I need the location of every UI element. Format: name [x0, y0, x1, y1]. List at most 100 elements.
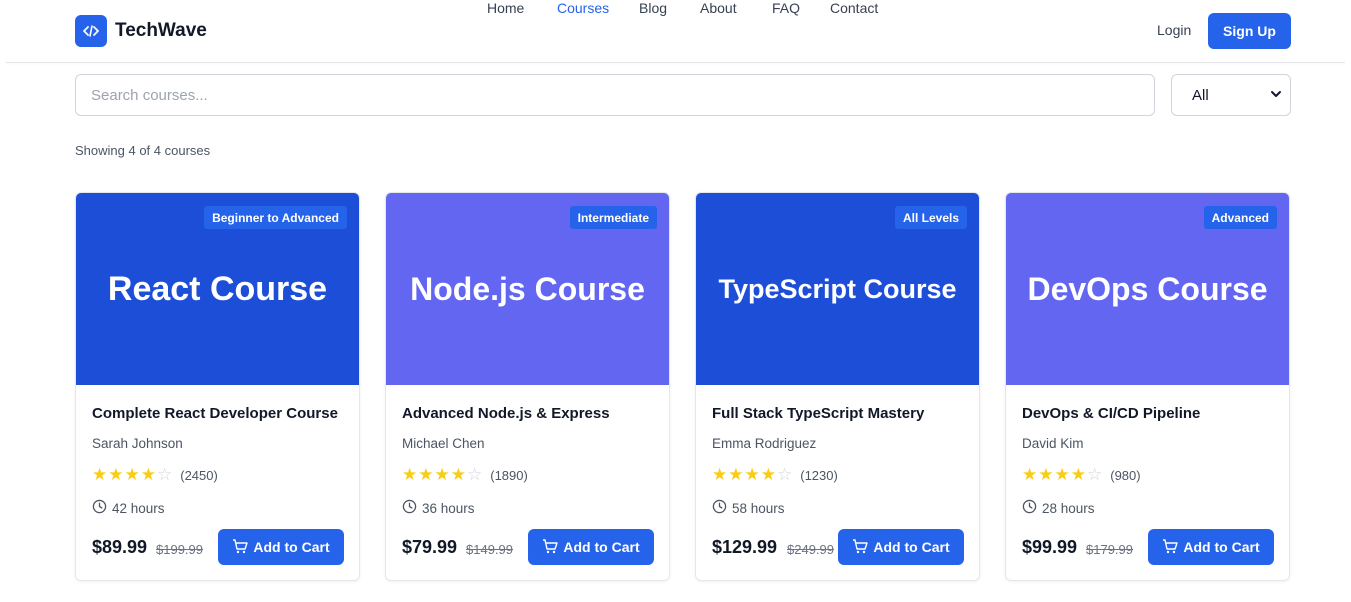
- star-rating: ★ ★ ★ ★ ☆: [402, 466, 482, 484]
- add-to-cart-label: Add to Cart: [873, 539, 950, 555]
- star-rating: ★ ★ ★ ★ ☆: [712, 466, 792, 484]
- site-header: TechWave Home Courses Blog About FAQ Con…: [0, 0, 1351, 62]
- add-to-cart-button[interactable]: Add to Cart: [218, 529, 344, 565]
- thumbnail-title: React Course: [107, 269, 328, 308]
- nav-courses[interactable]: Courses: [557, 0, 609, 16]
- course-price: $99.99: [1022, 537, 1078, 557]
- course-thumbnail: Node.js Course Intermediate: [386, 193, 669, 385]
- course-instructor: David Kim: [1022, 436, 1084, 451]
- course-card[interactable]: React Course Beginner to Advanced Comple…: [75, 192, 360, 581]
- course-price: $89.99: [92, 537, 148, 557]
- course-price: $79.99: [402, 537, 458, 557]
- course-thumbnail: TypeScript Course All Levels: [696, 193, 979, 385]
- course-duration: 42 hours: [92, 499, 165, 517]
- clock-icon: [402, 499, 417, 517]
- course-title[interactable]: DevOps & CI/CD Pipeline: [1022, 405, 1200, 422]
- nav-blog[interactable]: Blog: [639, 0, 667, 16]
- course-instructor: Sarah Johnson: [92, 436, 183, 451]
- course-rating: ★ ★ ★ ★ ☆ (1230): [712, 466, 838, 484]
- star-icon: ★: [1022, 465, 1038, 484]
- star-icon: ★: [1070, 465, 1086, 484]
- star-icon: ★: [92, 465, 108, 484]
- star-icon: ★: [712, 465, 728, 484]
- nav-contact[interactable]: Contact: [830, 0, 878, 16]
- original-price: $149.99: [466, 542, 513, 557]
- star-rating: ★ ★ ★ ★ ☆: [1022, 466, 1102, 484]
- cart-icon: [542, 538, 559, 557]
- header-divider: [6, 62, 1345, 63]
- thumbnail-title: DevOps Course: [1027, 270, 1268, 307]
- add-to-cart-button[interactable]: Add to Cart: [528, 529, 654, 565]
- star-icon: ★: [418, 465, 434, 484]
- course-rating: ★ ★ ★ ★ ☆ (1890): [402, 466, 528, 484]
- code-icon: [75, 15, 107, 47]
- cart-icon: [852, 538, 869, 557]
- results-summary: Showing 4 of 4 courses: [75, 143, 211, 158]
- chevron-down-icon: [1270, 87, 1282, 104]
- add-to-cart-label: Add to Cart: [253, 539, 330, 555]
- original-price: $249.99: [787, 542, 834, 557]
- filter-selected-value: All: [1192, 86, 1209, 104]
- review-count: (1230): [800, 467, 838, 483]
- original-price: $199.99: [156, 542, 203, 557]
- level-badge: Intermediate: [569, 206, 657, 229]
- level-badge: Beginner to Advanced: [204, 206, 347, 229]
- course-rating: ★ ★ ★ ★ ☆ (980): [1022, 466, 1141, 484]
- course-duration: 58 hours: [712, 499, 785, 517]
- add-to-cart-button[interactable]: Add to Cart: [838, 529, 964, 565]
- brand-name: TechWave: [115, 20, 207, 41]
- course-title[interactable]: Advanced Node.js & Express: [402, 405, 610, 422]
- star-icon: ★: [1054, 465, 1070, 484]
- cart-icon: [1162, 538, 1179, 557]
- course-title[interactable]: Complete React Developer Course: [92, 405, 338, 422]
- review-count: (2450): [180, 467, 218, 483]
- course-instructor: Michael Chen: [402, 436, 485, 451]
- duration-text: 36 hours: [422, 500, 475, 516]
- course-price: $129.99: [712, 537, 778, 557]
- star-outline-icon: ☆: [777, 465, 793, 484]
- star-icon: ★: [124, 465, 140, 484]
- star-outline-icon: ☆: [1087, 465, 1103, 484]
- duration-text: 42 hours: [112, 500, 165, 516]
- signup-button[interactable]: Sign Up: [1208, 13, 1291, 49]
- nav-home[interactable]: Home: [487, 0, 524, 16]
- course-thumbnail: DevOps Course Advanced: [1006, 193, 1289, 385]
- review-count: (980): [1110, 467, 1141, 483]
- course-duration: 28 hours: [1022, 499, 1095, 517]
- brand-logo[interactable]: TechWave: [75, 15, 207, 47]
- login-link[interactable]: Login: [1157, 22, 1191, 38]
- star-rating: ★ ★ ★ ★ ☆: [92, 466, 172, 484]
- course-card[interactable]: Node.js Course Intermediate Advanced Nod…: [385, 192, 670, 581]
- thumbnail-title: TypeScript Course: [718, 273, 957, 304]
- course-instructor: Emma Rodriguez: [712, 436, 817, 451]
- add-to-cart-label: Add to Cart: [563, 539, 640, 555]
- level-badge: All Levels: [894, 206, 967, 229]
- course-card[interactable]: DevOps Course Advanced DevOps & CI/CD Pi…: [1005, 192, 1290, 581]
- original-price: $179.99: [1086, 542, 1133, 557]
- review-count: (1890): [490, 467, 528, 483]
- add-to-cart-button[interactable]: Add to Cart: [1148, 529, 1274, 565]
- course-duration: 36 hours: [402, 499, 475, 517]
- search-input[interactable]: [75, 74, 1155, 116]
- star-icon: ★: [760, 465, 776, 484]
- course-thumbnail: React Course Beginner to Advanced: [76, 193, 359, 385]
- clock-icon: [92, 499, 107, 517]
- thumbnail-title: Node.js Course: [410, 270, 645, 307]
- level-filter-select[interactable]: All: [1171, 74, 1291, 116]
- nav-faq[interactable]: FAQ: [772, 0, 800, 16]
- duration-text: 28 hours: [1042, 500, 1095, 516]
- course-card[interactable]: TypeScript Course All Levels Full Stack …: [695, 192, 980, 581]
- star-outline-icon: ☆: [467, 465, 483, 484]
- course-rating: ★ ★ ★ ★ ☆ (2450): [92, 466, 218, 484]
- duration-text: 58 hours: [732, 500, 785, 516]
- cart-icon: [232, 538, 249, 557]
- nav-about[interactable]: About: [700, 0, 737, 16]
- star-icon: ★: [108, 465, 124, 484]
- add-to-cart-label: Add to Cart: [1183, 539, 1260, 555]
- course-title[interactable]: Full Stack TypeScript Mastery: [712, 405, 924, 422]
- star-icon: ★: [434, 465, 450, 484]
- clock-icon: [1022, 499, 1037, 517]
- star-outline-icon: ☆: [157, 465, 173, 484]
- star-icon: ★: [744, 465, 760, 484]
- star-icon: ★: [402, 465, 418, 484]
